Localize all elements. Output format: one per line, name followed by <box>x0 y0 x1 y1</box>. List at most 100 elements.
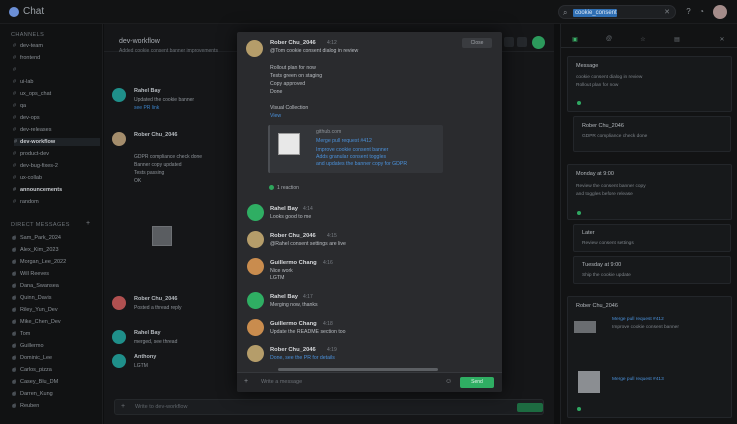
avatar[interactable] <box>247 345 264 362</box>
avatar[interactable] <box>112 296 126 310</box>
avatar[interactable] <box>112 330 126 344</box>
sidebar-item-dm[interactable]: Dana_Swansea <box>13 282 59 290</box>
sidebar-item-dm[interactable]: Dominic_Lee <box>13 354 52 362</box>
avatar[interactable] <box>112 354 126 368</box>
message-author[interactable]: Rober Chu_2046 <box>270 347 316 353</box>
card-title: Rober Chu_2046 <box>582 123 624 129</box>
close-button[interactable]: Close <box>462 38 492 48</box>
message-author[interactable]: Rober Chu_2046 <box>134 296 177 302</box>
preview-title[interactable]: Merge pull request #412 <box>316 138 372 144</box>
sidebar-item-channel[interactable]: frontend <box>13 54 40 62</box>
add-dm-icon[interactable]: + <box>86 220 90 227</box>
sidebar-item-channel[interactable]: ui-lab <box>13 78 34 86</box>
tab-threads-icon[interactable]: ▣ <box>569 36 581 44</box>
sidebar-item-dm[interactable]: Alex_Kim_2023 <box>13 246 58 254</box>
avatar[interactable] <box>247 231 264 248</box>
message-time: 4:14 <box>303 206 313 212</box>
sidebar-item-channel[interactable]: dev-team <box>13 42 43 50</box>
scrollbar[interactable] <box>278 368 438 371</box>
saved-item-card[interactable]: Rober Chu_2046 GDPR compliance check don… <box>573 116 731 152</box>
message-author[interactable]: Rahel Bay <box>270 206 298 212</box>
thread-reply-input[interactable]: + Write a message ☺ Send <box>237 372 502 392</box>
sidebar-item-channel[interactable]: ux-collab <box>13 174 42 182</box>
sidebar-item-channel[interactable]: dev-ops <box>13 114 39 122</box>
sidebar-item-channel[interactable]: product-dev <box>13 150 49 158</box>
avatar[interactable] <box>246 40 263 57</box>
sidebar-item-channel[interactable]: random <box>13 198 39 206</box>
saved-item-card[interactable]: Later Review consent settings <box>573 224 731 252</box>
sidebar-item-dm[interactable]: Casey_Blu_DM <box>13 378 58 386</box>
send-button[interactable] <box>517 403 543 412</box>
message-author[interactable]: Guillermo Chang <box>270 260 317 266</box>
info-icon[interactable] <box>517 37 527 47</box>
image-attachment[interactable] <box>578 371 600 393</box>
sidebar-item-dm[interactable]: Mike_Chen_Dev <box>13 318 61 326</box>
sidebar-item-dm[interactable]: Sam_Park_2024 <box>13 234 61 242</box>
sidebar-item-dm[interactable]: Riley_Yun_Dev <box>13 306 58 314</box>
avatar[interactable] <box>112 88 126 102</box>
add-attachment-icon[interactable]: + <box>244 378 248 385</box>
saved-item-card[interactable]: Message cookie consent dialog in review … <box>567 56 732 112</box>
reaction-badge[interactable]: 1 reaction <box>269 184 319 193</box>
message-link[interactable]: see PR link <box>134 105 159 111</box>
message-text: Nice work <box>270 268 293 274</box>
sidebar-item-dm[interactable]: Will Reeves <box>13 270 49 278</box>
message-author[interactable]: Guillermo Chang <box>270 321 317 327</box>
avatar[interactable] <box>247 319 264 336</box>
tab-mentions-icon[interactable]: @ <box>603 36 615 44</box>
message-link[interactable]: View <box>270 113 281 119</box>
channels-header: CHANNELS <box>11 32 45 38</box>
message-author[interactable]: Anthony <box>134 354 156 360</box>
message-input[interactable]: + Write to dev-workflow <box>114 399 544 415</box>
send-button[interactable]: Send <box>460 377 494 388</box>
sidebar-item-channel[interactable]: ux_ops_chat <box>13 90 51 98</box>
link-preview[interactable]: github.com Merge pull request #412 Impro… <box>268 125 443 173</box>
add-attachment-icon[interactable]: + <box>121 403 125 410</box>
sidebar-item-dm[interactable]: Morgan_Lee_2022 <box>13 258 66 266</box>
card-link[interactable]: Merge pull request #412 <box>612 317 664 322</box>
emoji-icon[interactable]: ☺ <box>445 378 452 385</box>
message-author[interactable]: Rahel Bay <box>134 330 161 336</box>
message-author[interactable]: Rober Chu_2046 <box>134 132 177 138</box>
tab-saved-icon[interactable]: ☆ <box>637 36 649 44</box>
channel-avatar[interactable] <box>532 36 545 49</box>
message-time: 4:19 <box>327 347 337 353</box>
sidebar-item-dm[interactable]: Tom <box>13 330 31 338</box>
avatar[interactable] <box>247 258 264 275</box>
sidebar-item-active-channel[interactable]: dev-workflow <box>14 138 100 146</box>
message-author[interactable]: Rahel Bay <box>134 88 161 94</box>
message-author[interactable]: Rober Chu_2046 <box>270 233 316 239</box>
close-icon[interactable]: ✕ <box>716 36 728 44</box>
sidebar-item-channel[interactable]: qa <box>13 102 26 110</box>
sidebar-item-dm[interactable]: Reuben <box>13 402 39 410</box>
emoji-icon <box>269 185 274 191</box>
card-link[interactable]: Merge pull request #413 <box>612 377 664 382</box>
sidebar-item-dm[interactable]: Darren_Kung <box>13 390 53 398</box>
card-text: Rollout plan for now <box>576 83 619 88</box>
sidebar-item-dm[interactable]: Quinn_Davis <box>13 294 51 302</box>
saved-item-card[interactable]: Tuesday at 9:00 Ship the cookie update <box>573 256 731 284</box>
members-icon[interactable] <box>504 37 514 47</box>
avatar[interactable] <box>247 292 264 309</box>
sidebar-item-dm[interactable]: Carlos_pizza <box>13 366 52 374</box>
user-avatar[interactable] <box>713 5 727 19</box>
close-icon[interactable]: ✕ <box>664 8 670 16</box>
card-text: Review consent settings <box>582 241 634 246</box>
message-author[interactable]: Rahel Bay <box>270 294 298 300</box>
message-author[interactable]: Rober Chu_2046 <box>270 40 316 46</box>
sidebar-item-channel[interactable]: announcements <box>13 186 62 194</box>
message-text: Updated the cookie banner <box>134 97 195 103</box>
avatar[interactable] <box>247 204 264 221</box>
help-icon[interactable]: ? <box>684 7 693 16</box>
image-attachment[interactable] <box>152 226 172 246</box>
search-input[interactable]: ⌕ cookie_consent ✕ <box>558 5 676 19</box>
sidebar-item-dm[interactable]: Guillermo <box>13 342 43 350</box>
tab-files-icon[interactable]: ▤ <box>671 36 683 44</box>
sidebar-item-channel[interactable]: dev-bug-fixes-2 <box>13 162 58 170</box>
bell-icon[interactable]: ◔ <box>697 7 706 16</box>
image-attachment[interactable] <box>574 321 596 333</box>
saved-item-card[interactable]: Rober Chu_2046 Merge pull request #412 I… <box>567 296 732 418</box>
saved-item-card[interactable]: Monday at 9:00 Review the consent banner… <box>567 164 732 220</box>
sidebar-item-channel[interactable]: dev-releases <box>13 126 51 134</box>
avatar[interactable] <box>112 132 126 146</box>
